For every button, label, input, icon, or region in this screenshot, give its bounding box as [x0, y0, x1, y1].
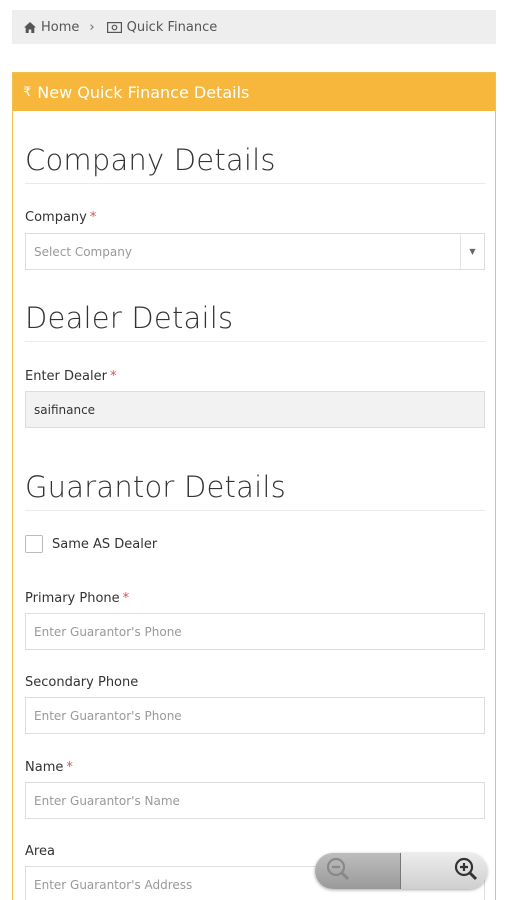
divider [25, 341, 485, 342]
zoom-control [315, 853, 487, 889]
dealer-field-value: saifinance [34, 402, 96, 417]
guarantor-name-placeholder: Enter Guarantor's Name [34, 793, 180, 808]
quick-finance-panel: ₹ New Quick Finance Details Company Deta… [12, 72, 496, 900]
company-select[interactable]: Select Company ▼ [25, 233, 485, 270]
secondary-phone-label: Secondary Phone [25, 675, 139, 690]
dealer-label: Enter Dealer * [25, 369, 117, 384]
same-as-dealer-label: Same AS Dealer [52, 536, 158, 552]
required-marker: * [109, 369, 117, 384]
breadcrumb: Home › Quick Finance [12, 10, 496, 44]
company-select-placeholder: Select Company [34, 244, 132, 259]
area-label: Area [25, 844, 55, 859]
chevron-down-icon[interactable]: ▼ [460, 234, 484, 269]
home-icon [24, 21, 36, 33]
money-icon [106, 21, 122, 33]
divider [25, 510, 485, 511]
same-as-dealer-row[interactable]: Same AS Dealer [25, 535, 157, 553]
name-label: Name * [25, 760, 73, 775]
required-marker: * [122, 591, 130, 606]
guarantor-address-placeholder: Enter Guarantor's Address [34, 877, 193, 892]
breadcrumb-home[interactable]: Home [24, 20, 79, 35]
zoom-out-icon [325, 856, 351, 886]
company-label: Company * [25, 210, 97, 225]
breadcrumb-current-label: Quick Finance [126, 19, 218, 35]
company-details-heading: Company Details [25, 143, 276, 177]
breadcrumb-separator: › [89, 19, 95, 35]
zoom-in-button[interactable] [401, 853, 487, 889]
required-marker: * [89, 210, 97, 225]
dealer-details-heading: Dealer Details [25, 301, 234, 335]
dealer-field[interactable]: saifinance [25, 391, 485, 428]
zoom-out-button[interactable] [315, 853, 401, 889]
breadcrumb-current: Quick Finance [106, 19, 218, 35]
breadcrumb-home-label: Home [41, 19, 80, 35]
same-as-dealer-checkbox[interactable] [25, 535, 43, 553]
zoom-in-icon [453, 856, 479, 886]
divider [25, 183, 485, 184]
primary-phone-input[interactable]: Enter Guarantor's Phone [25, 613, 485, 650]
secondary-phone-placeholder: Enter Guarantor's Phone [34, 708, 182, 723]
primary-phone-label: Primary Phone * [25, 591, 130, 606]
panel-title: New Quick Finance Details [37, 82, 250, 102]
required-marker: * [66, 760, 73, 775]
guarantor-name-input[interactable]: Enter Guarantor's Name [25, 782, 485, 819]
panel-header: ₹ New Quick Finance Details [13, 73, 495, 111]
secondary-phone-input[interactable]: Enter Guarantor's Phone [25, 697, 485, 734]
guarantor-details-heading: Guarantor Details [25, 470, 286, 504]
primary-phone-placeholder: Enter Guarantor's Phone [34, 624, 182, 639]
rupee-icon: ₹ [23, 84, 32, 100]
